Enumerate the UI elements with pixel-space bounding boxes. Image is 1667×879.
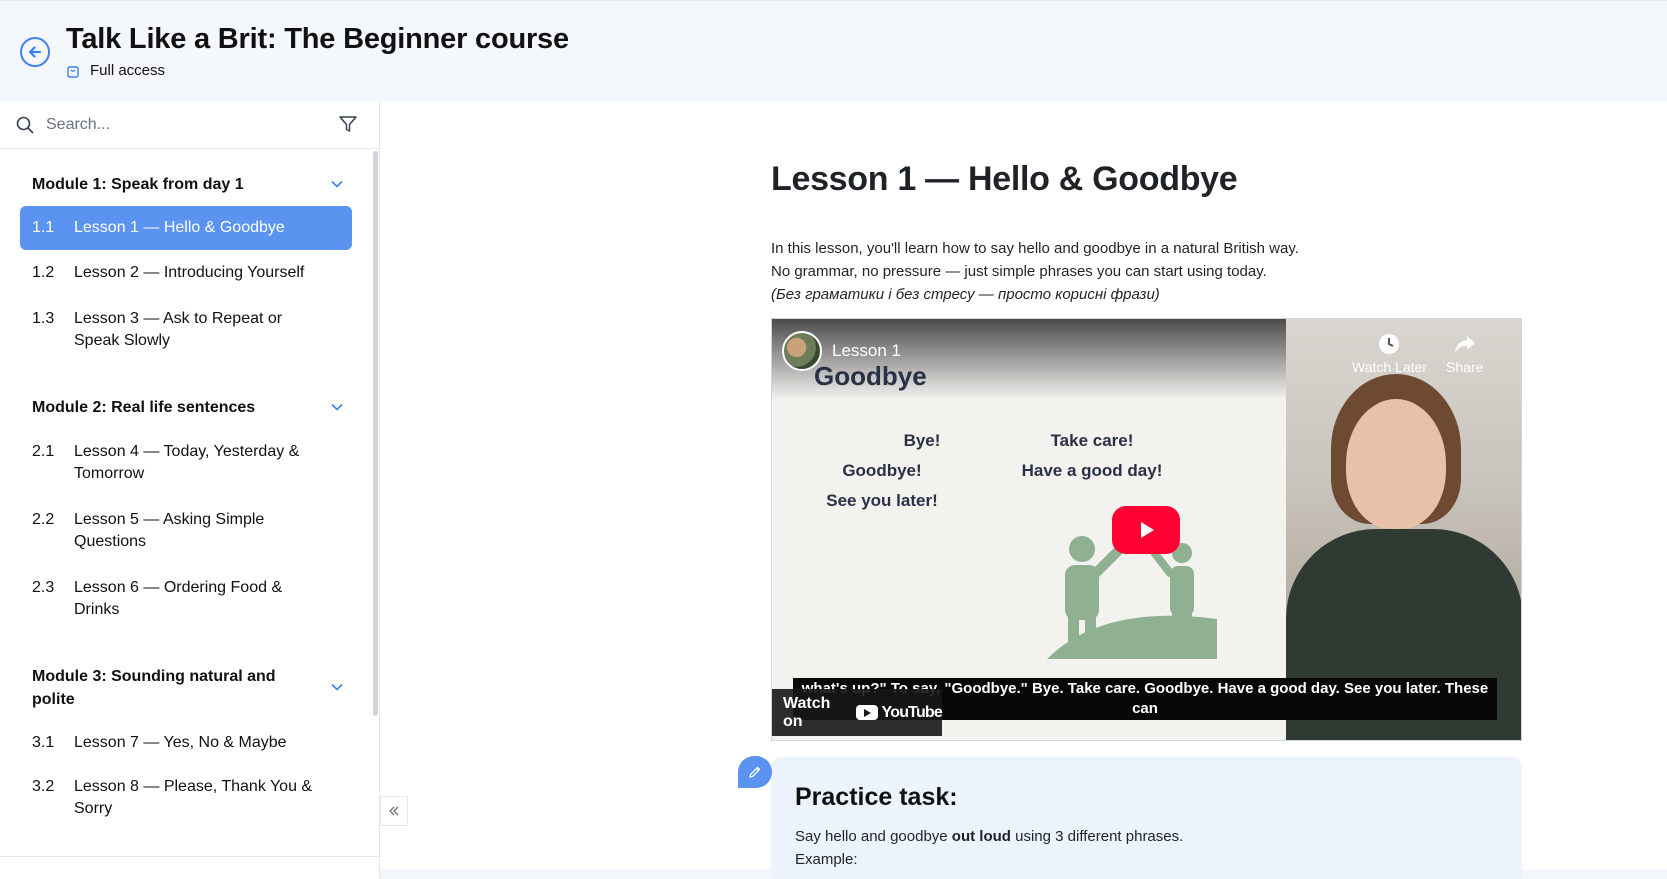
sidebar-scrollbar[interactable] [373,151,378,716]
clock-icon [1379,334,1400,354]
slide-phrase: See you later! [826,491,938,510]
lesson-title: Lesson 6 — Ordering Food & Drinks [74,579,283,618]
lesson-title: Lesson 7 — Yes, No & Maybe [74,734,287,751]
youtube-wordmark: YouTube [881,703,943,721]
lesson-number: 2.1 [32,443,55,460]
play-icon [1141,522,1154,538]
lesson-item-1-2[interactable]: 1.2 Lesson 2 — Introducing Yourself [20,262,352,284]
youtube-play-icon [855,705,878,720]
video-player[interactable]: Lesson 1 Goodbye Bye! Goodbye! See you l… [771,318,1522,741]
share-label: Share [1446,359,1484,375]
lesson-item-1-1[interactable]: 1.1 Lesson 1 — Hello & Goodbye [20,206,352,250]
lesson-item-2-3[interactable]: 2.3 Lesson 6 — Ordering Food & Drinks [20,577,352,621]
chevron-down-icon [331,180,343,188]
practice-example-label: Example: [795,851,858,868]
access-label: Full access [90,62,166,79]
pencil-icon [749,766,761,778]
slide-phrase: Bye! [903,431,941,450]
lesson-intro: In this lesson, you'll learn how to say … [771,237,1299,306]
lesson-item-3-1[interactable]: 3.1 Lesson 7 — Yes, No & Maybe [20,732,352,754]
search-icon [16,116,34,133]
lesson-number: 1.3 [32,310,55,327]
lesson-item-2-2[interactable]: 2.2 Lesson 5 — Asking Simple Questions [20,509,352,553]
share-button[interactable]: Share [1446,333,1483,375]
slide-phrase: Goodbye! [842,461,922,480]
lesson-title: Lesson 1 — Hello & Goodbye [74,219,285,236]
collapse-sidebar-button[interactable] [380,796,408,826]
lesson-title: Lesson 8 — Please, Thank You & Sorry [74,778,313,817]
search-input[interactable] [46,115,326,134]
back-button[interactable] [20,37,50,67]
course-header: Talk Like a Brit: The Beginner course Fu… [0,0,1667,101]
course-sidebar: Module 1: Speak from day 1 1.1 Lesson 1 … [0,101,380,879]
lesson-title: Lesson 4 — Today, Yesterday & Tomorrow [74,443,300,482]
lesson-heading: Lesson 1 — Hello & Goodbye [771,160,1238,198]
chevron-down-icon [331,683,343,691]
lesson-number: 2.3 [32,579,55,596]
practice-instruction: Say hello and goodbye out loud using 3 d… [795,828,1184,845]
lesson-number: 1.2 [32,264,55,281]
search-bar [0,101,380,149]
module-title: Module 3: Sounding natural and polite [32,668,276,708]
intro-line: In this lesson, you'll learn how to say … [771,240,1299,257]
intro-line: No grammar, no pressure — just simple ph… [771,263,1267,280]
lesson-item-3-2[interactable]: 3.2 Lesson 8 — Please, Thank You & Sorry [20,776,352,820]
lesson-title: Lesson 3 — Ask to Repeat or Speak Slowly [74,310,283,349]
chevron-down-icon [331,403,343,411]
lesson-number: 3.2 [32,778,55,795]
lesson-title: Lesson 5 — Asking Simple Questions [74,511,265,550]
pencil-badge [738,756,772,788]
course-title: Talk Like a Brit: The Beginner course [66,23,569,55]
practice-task-card: Practice task: Say hello and goodbye out… [771,757,1522,879]
access-status: Full access [66,62,165,79]
watch-later-label: Watch Later [1352,359,1427,375]
lesson-item-1-3[interactable]: 1.3 Lesson 3 — Ask to Repeat or Speak Sl… [20,308,352,352]
practice-text: Say hello and goodbye out loud using 3 d… [795,825,1183,871]
video-title[interactable]: Lesson 1 [832,341,901,361]
lesson-title: Lesson 2 — Introducing Yourself [74,264,305,281]
module-list: Module 1: Speak from day 1 1.1 Lesson 1 … [0,149,372,820]
lesson-item-2-1[interactable]: 2.1 Lesson 4 — Today, Yesterday & Tomorr… [20,441,352,485]
youtube-logo: YouTube [855,703,943,722]
intro-translation: (Без граматики і без стресу — просто кор… [771,286,1160,303]
video-slide-heading: Goodbye [814,361,927,391]
module-title: Module 1: Speak from day 1 [32,176,244,193]
arrow-left-icon [28,46,42,58]
module-1-header[interactable]: Module 1: Speak from day 1 [0,173,372,196]
lesson-number: 3.1 [32,734,55,751]
watch-on-youtube-button[interactable]: Watch on YouTube [772,689,943,736]
watch-later-button[interactable]: Watch Later [1352,333,1427,375]
share-icon [1454,336,1475,353]
play-button[interactable] [1112,506,1180,554]
slide-phrase: Take care! [1050,431,1134,450]
slide-phrase: Have a good day! [1021,461,1163,480]
module-title: Module 2: Real life sentences [32,399,256,416]
practice-title: Practice task: [795,783,958,811]
bag-icon [67,65,79,78]
filter-icon[interactable] [338,114,358,134]
module-3-header[interactable]: Module 3: Sounding natural and polite [0,665,372,711]
double-chevron-left-icon [389,806,399,816]
divider [0,856,380,857]
watch-on-label: Watch on [783,694,831,730]
module-2-header[interactable]: Module 2: Real life sentences [0,396,372,419]
lesson-number: 2.2 [32,511,55,528]
lesson-number: 1.1 [32,219,55,236]
